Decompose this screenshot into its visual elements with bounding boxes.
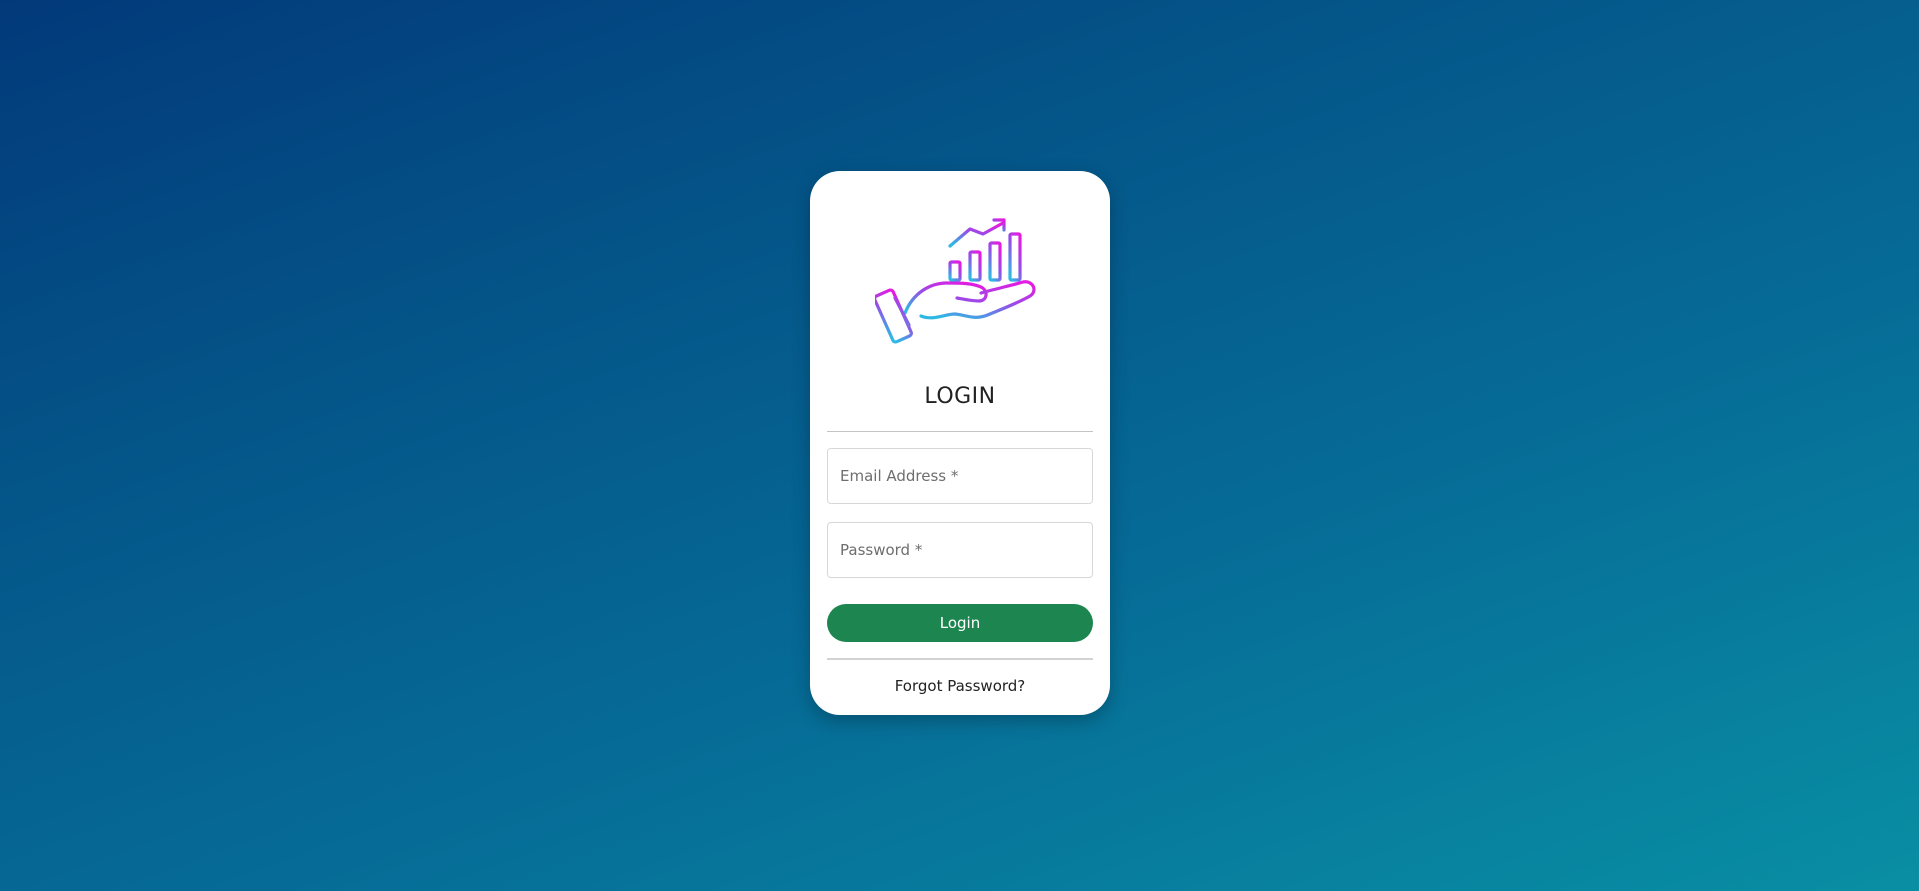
page-title: LOGIN (924, 384, 996, 409)
login-card: LOGIN Login Forgot Password? (810, 171, 1110, 715)
password-field[interactable] (827, 522, 1093, 578)
forgot-password-link[interactable]: Forgot Password? (810, 677, 1110, 695)
hand-holding-growth-chart-icon (875, 218, 1036, 344)
email-field[interactable] (827, 448, 1093, 504)
title-divider (827, 431, 1093, 432)
login-button[interactable]: Login (827, 604, 1093, 642)
footer-divider (827, 658, 1093, 660)
